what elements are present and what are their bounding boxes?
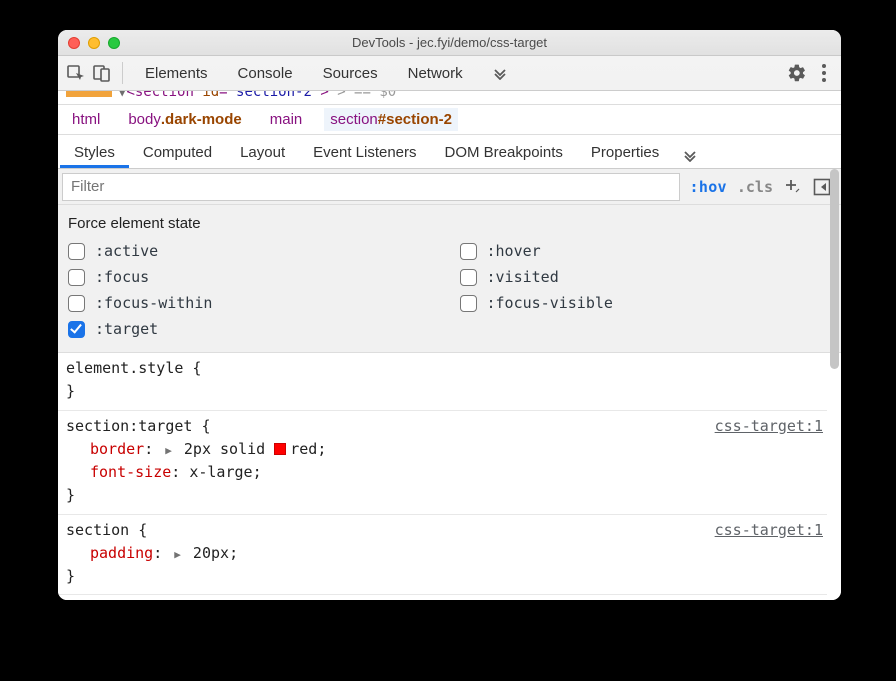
force-element-state-panel: Force element state :active :hover :focus:… — [58, 205, 841, 353]
rule-selector[interactable]: section — [66, 521, 129, 539]
state-label: :active — [95, 242, 158, 260]
state-item-active[interactable]: :active — [68, 242, 440, 260]
tab-elements[interactable]: Elements — [133, 61, 220, 86]
checkbox[interactable] — [68, 243, 85, 260]
rule-source-link[interactable]: css-target:1 — [715, 415, 823, 438]
state-item-target[interactable]: :target — [68, 320, 440, 338]
kebab-menu-icon[interactable] — [821, 63, 827, 83]
style-rule[interactable]: element.style {} — [58, 353, 827, 411]
rule-selector[interactable]: section:target — [66, 417, 192, 435]
toggle-cls-button[interactable]: .cls — [737, 178, 773, 196]
expand-shorthand-icon[interactable]: ▶ — [171, 548, 184, 561]
crumb-main[interactable]: main — [264, 108, 309, 131]
close-window-button[interactable] — [68, 37, 80, 49]
style-rule[interactable]: css-target:1section:target {border: ▶ 2p… — [58, 411, 827, 515]
styles-panel: :hov .cls Force element state :active :ho… — [58, 169, 841, 600]
devtools-window: DevTools - jec.fyi/demo/css-target Eleme… — [58, 30, 841, 600]
tab-layout[interactable]: Layout — [226, 138, 299, 168]
css-declaration[interactable]: border: ▶ 2px solid red; — [66, 438, 819, 461]
style-rule[interactable]: css-target:1section {padding: ▶ 20px;} — [58, 515, 827, 596]
checkbox[interactable] — [460, 295, 477, 312]
tab-dom-breakpoints[interactable]: DOM Breakpoints — [431, 138, 577, 168]
expand-shorthand-icon[interactable]: ▶ — [162, 444, 175, 457]
zoom-window-button[interactable] — [108, 37, 120, 49]
device-toolbar-icon[interactable] — [92, 63, 112, 83]
tab-computed[interactable]: Computed — [129, 138, 226, 168]
tabs-overflow-icon[interactable] — [481, 62, 519, 84]
checkbox[interactable] — [68, 321, 85, 338]
computed-styles-sidebar-icon[interactable] — [813, 178, 831, 196]
inspect-element-icon[interactable] — [66, 63, 86, 83]
color-swatch[interactable] — [274, 443, 286, 455]
titlebar: DevTools - jec.fyi/demo/css-target — [58, 30, 841, 56]
checkbox[interactable] — [460, 243, 477, 260]
sidebar-tabs: Styles Computed Layout Event Listeners D… — [58, 135, 841, 169]
new-style-rule-icon[interactable] — [783, 177, 803, 197]
state-item-focus-within[interactable]: :focus-within — [68, 294, 440, 312]
state-label: :hover — [487, 242, 541, 260]
main-toolbar: Elements Console Sources Network — [58, 56, 841, 91]
breadcrumb: html body.dark-mode main section#section… — [58, 105, 841, 135]
tab-styles[interactable]: Styles — [60, 138, 129, 168]
tab-sources[interactable]: Sources — [311, 61, 390, 86]
tab-console[interactable]: Console — [226, 61, 305, 86]
tab-event-listeners[interactable]: Event Listeners — [299, 138, 430, 168]
sidebar-tabs-overflow-icon[interactable] — [673, 142, 707, 168]
minimize-window-button[interactable] — [88, 37, 100, 49]
tab-network[interactable]: Network — [396, 61, 475, 86]
filter-row: :hov .cls — [58, 169, 841, 205]
style-rules-list: element.style {} css-target:1 section:targ… — [58, 353, 841, 600]
checkbox[interactable] — [68, 269, 85, 286]
css-declaration[interactable]: padding: ▶ 20px; — [66, 542, 819, 565]
dom-highlight-bar — [66, 91, 112, 97]
scrollbar-thumb[interactable] — [830, 169, 839, 369]
checkbox[interactable] — [68, 295, 85, 312]
traffic-lights — [58, 37, 120, 49]
crumb-html[interactable]: html — [66, 108, 106, 131]
toggle-hov-button[interactable]: :hov — [690, 178, 727, 196]
state-item-visited[interactable]: :visited — [460, 268, 832, 286]
tab-properties[interactable]: Properties — [577, 138, 673, 168]
state-label: :focus — [95, 268, 149, 286]
state-label: :focus-within — [95, 294, 212, 312]
state-label: :focus-visible — [487, 294, 613, 312]
rule-selector[interactable]: element.style — [66, 359, 183, 377]
window-title: DevTools - jec.fyi/demo/css-target — [58, 35, 841, 50]
state-label: :visited — [487, 268, 559, 286]
styles-filter-input[interactable] — [62, 173, 680, 201]
force-state-header: Force element state — [68, 215, 831, 232]
state-item-hover[interactable]: :hover — [460, 242, 832, 260]
crumb-body[interactable]: body.dark-mode — [122, 108, 247, 131]
state-item-focus[interactable]: :focus — [68, 268, 440, 286]
state-item-focus-visible[interactable]: :focus-visible — [460, 294, 832, 312]
dom-tree-peek: ▼<section id="section-2"> > == $0 — [58, 91, 841, 105]
state-label: :target — [95, 320, 158, 338]
crumb-section[interactable]: section#section-2 — [324, 108, 458, 131]
checkbox[interactable] — [460, 269, 477, 286]
settings-icon[interactable] — [787, 63, 807, 83]
rule-source-link[interactable]: css-target:1 — [715, 519, 823, 542]
css-declaration[interactable]: font-size: x-large; — [66, 461, 819, 484]
